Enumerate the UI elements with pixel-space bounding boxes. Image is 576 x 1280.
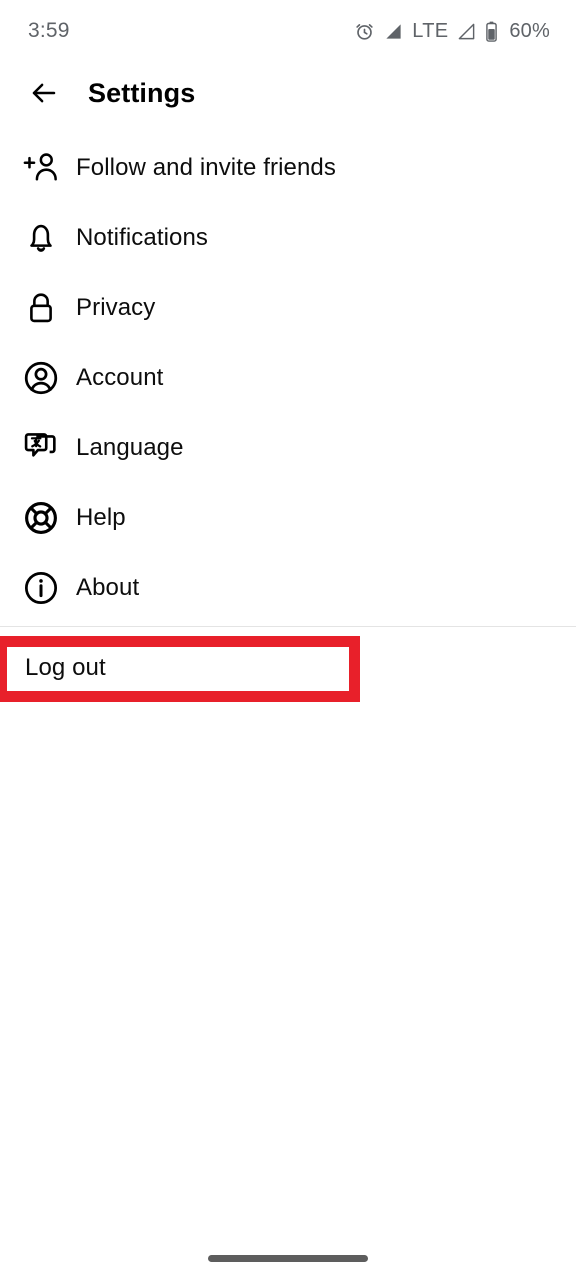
back-button[interactable]: [16, 65, 72, 121]
home-gesture-handle[interactable]: [208, 1255, 368, 1262]
settings-item-notifications[interactable]: Notifications: [0, 203, 576, 273]
page-title: Settings: [88, 77, 196, 108]
settings-item-about[interactable]: About: [0, 553, 576, 623]
status-bar: 3:59 LTE 60%: [0, 0, 576, 62]
signal-triangle-icon-2: [457, 22, 476, 41]
settings-item-language[interactable]: Language: [0, 413, 576, 483]
translate-chat-icon: [18, 425, 64, 471]
settings-item-label: Account: [76, 364, 164, 391]
settings-item-account[interactable]: Account: [0, 343, 576, 413]
status-indicators: LTE 60%: [354, 20, 550, 43]
settings-item-help[interactable]: Help: [0, 483, 576, 553]
status-time: 3:59: [28, 19, 70, 42]
list-divider: [0, 626, 576, 627]
back-arrow-icon: [29, 78, 59, 108]
info-circle-icon: [18, 565, 64, 611]
lock-icon: [18, 285, 64, 331]
battery-icon: [485, 21, 498, 42]
signal-triangle-icon: [384, 22, 403, 41]
account-circle-icon: [18, 355, 64, 401]
settings-list: Follow and invite friends Notifications …: [0, 133, 576, 623]
settings-item-label: Language: [76, 434, 184, 461]
settings-item-label: Notifications: [76, 224, 209, 251]
logout-label: Log out: [25, 654, 106, 681]
bell-icon: [18, 215, 64, 261]
alarm-clock-icon: [354, 21, 375, 42]
settings-item-label: Follow and invite friends: [76, 154, 336, 181]
network-type-label: LTE: [412, 19, 449, 42]
settings-item-label: Help: [76, 504, 126, 531]
settings-item-follow-and-invite-friends[interactable]: Follow and invite friends: [0, 133, 576, 203]
logout-button[interactable]: Log out: [0, 634, 576, 702]
battery-percent-label: 60%: [509, 19, 550, 42]
settings-item-label: About: [76, 574, 140, 601]
person-add-icon: [18, 145, 64, 191]
app-bar: Settings: [0, 62, 576, 124]
settings-item-label: Privacy: [76, 294, 156, 321]
lifebuoy-icon: [18, 495, 64, 541]
settings-item-privacy[interactable]: Privacy: [0, 273, 576, 343]
